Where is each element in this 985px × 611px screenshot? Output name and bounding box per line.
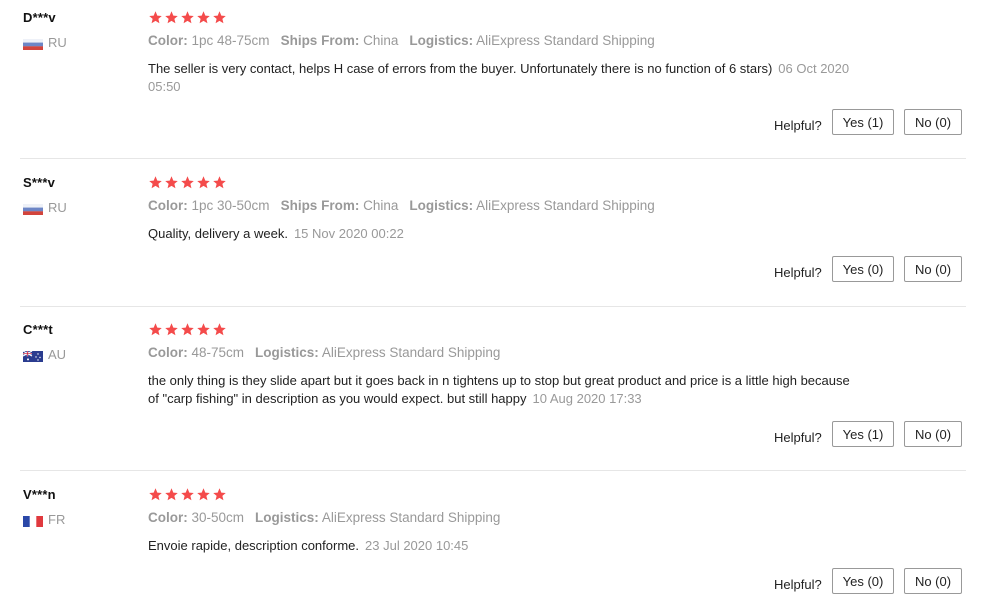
- star-icon: [180, 487, 195, 502]
- meta-key: Ships From:: [280, 33, 360, 48]
- meta-key: Color:: [148, 345, 188, 360]
- star-rating: [148, 10, 868, 26]
- reviewer-name: V***n: [23, 487, 56, 502]
- review-content: Color: 48-75cm Logistics: AliExpress Stan…: [148, 322, 868, 406]
- meta-value: China: [363, 33, 399, 48]
- helpful-yes-button[interactable]: Yes (1): [832, 421, 894, 447]
- star-icon: [196, 10, 211, 25]
- star-rating: [148, 322, 868, 338]
- helpful-no-button[interactable]: No (0): [904, 568, 962, 594]
- reviewer-name: C***t: [23, 322, 53, 337]
- review-text: Envoie rapide, description conforme. 23 J…: [148, 537, 858, 555]
- review-content: Color: 1pc 30-50cm Ships From: China Logis…: [148, 175, 868, 241]
- review-meta: Color: 30-50cm Logistics: AliExpress Stan…: [148, 510, 511, 525]
- helpful-yes-button[interactable]: Yes (0): [832, 568, 894, 594]
- review-divider: [20, 158, 966, 159]
- star-icon: [212, 322, 227, 337]
- meta-key: Ships From:: [280, 198, 360, 213]
- country-code: AU: [48, 347, 67, 362]
- reviewer-name: D***v: [23, 10, 56, 25]
- star-icon: [180, 322, 195, 337]
- review-body: the only thing is they slide apart but i…: [148, 373, 850, 406]
- meta-key: Logistics:: [409, 33, 474, 48]
- review-meta: Color: 48-75cm Logistics: AliExpress Stan…: [148, 345, 511, 360]
- star-icon: [196, 175, 211, 190]
- helpful-label: Helpful?: [774, 118, 822, 133]
- meta-key: Color:: [148, 198, 188, 213]
- star-icon: [196, 322, 211, 337]
- review-content: Color: 30-50cm Logistics: AliExpress Stan…: [148, 487, 868, 553]
- country-flag-icon: [23, 38, 43, 50]
- star-icon: [148, 175, 163, 190]
- star-icon: [196, 487, 211, 502]
- meta-value: AliExpress Standard Shipping: [321, 510, 501, 525]
- reviewer-info: V***n FR: [23, 487, 65, 527]
- star-rating: [148, 175, 868, 191]
- star-icon: [212, 10, 227, 25]
- helpful-label: Helpful?: [774, 430, 822, 445]
- meta-key: Logistics:: [409, 198, 474, 213]
- reviewer-info: S***v RU: [23, 175, 67, 215]
- meta-key: Logistics:: [255, 510, 319, 525]
- star-icon: [164, 175, 179, 190]
- country-code: RU: [48, 35, 67, 50]
- country-flag-icon: [23, 515, 43, 527]
- country-code: RU: [48, 200, 67, 215]
- helpful-yes-button[interactable]: Yes (0): [832, 256, 894, 282]
- star-icon: [180, 10, 195, 25]
- reviewer-country: RU: [23, 35, 83, 50]
- meta-value: AliExpress Standard Shipping: [476, 198, 655, 213]
- helpful-no-button[interactable]: No (0): [904, 421, 962, 447]
- meta-key: Color:: [148, 510, 188, 525]
- review-body: Envoie rapide, description conforme.: [148, 538, 360, 553]
- helpful-no-button[interactable]: No (0): [904, 109, 962, 135]
- meta-value: AliExpress Standard Shipping: [476, 33, 655, 48]
- star-icon: [164, 10, 179, 25]
- review-meta: Color: 1pc 30-50cm Ships From: China Logis…: [148, 198, 666, 213]
- helpful-label: Helpful?: [774, 265, 822, 280]
- reviewer-country: AU: [22, 347, 83, 362]
- review-divider: [20, 470, 966, 471]
- helpful-no-button[interactable]: No (0): [904, 256, 962, 282]
- country-flag-icon: [22, 350, 43, 362]
- star-icon: [212, 487, 227, 502]
- meta-value: AliExpress Standard Shipping: [321, 345, 501, 360]
- meta-key: Logistics:: [255, 345, 319, 360]
- star-icon: [164, 322, 179, 337]
- reviewer-info: D***v RU: [23, 10, 67, 50]
- review-date: 10 Aug 2020 17:33: [532, 391, 642, 406]
- reviewer-name: S***v: [23, 175, 56, 190]
- star-icon: [212, 175, 227, 190]
- meta-value: 30-50cm: [191, 510, 245, 525]
- review-body: The seller is very contact, helps H case…: [148, 61, 773, 76]
- review-date: 23 Jul 2020 10:45: [365, 538, 469, 553]
- meta-value: China: [363, 198, 399, 213]
- review-meta: Color: 1pc 48-75cm Ships From: China Logis…: [148, 33, 666, 48]
- helpful-label: Helpful?: [774, 577, 822, 592]
- review-body: Quality, delivery a week.: [148, 226, 288, 241]
- star-icon: [148, 10, 163, 25]
- review-date: 15 Nov 2020 00:22: [293, 226, 404, 241]
- star-icon: [164, 487, 179, 502]
- review-text: The seller is very contact, helps H case…: [148, 60, 858, 96]
- review-divider: [20, 306, 966, 307]
- star-rating: [148, 487, 868, 503]
- star-icon: [148, 487, 163, 502]
- reviewer-info: C***t AU: [22, 322, 66, 362]
- meta-value: 1pc 30-50cm: [191, 198, 270, 213]
- reviewer-country: FR: [23, 512, 83, 527]
- review-content: Color: 1pc 48-75cm Ships From: China Logis…: [148, 10, 868, 94]
- star-icon: [148, 322, 163, 337]
- country-flag-icon: [23, 203, 43, 215]
- helpful-yes-button[interactable]: Yes (1): [832, 109, 894, 135]
- reviewer-country: RU: [23, 200, 83, 215]
- review-text: the only thing is they slide apart but i…: [148, 372, 858, 408]
- star-icon: [180, 175, 195, 190]
- review-text: Quality, delivery a week. 15 Nov 2020 00:…: [148, 225, 858, 243]
- meta-key: Color:: [148, 33, 188, 48]
- meta-value: 48-75cm: [191, 345, 245, 360]
- meta-value: 1pc 48-75cm: [191, 33, 270, 48]
- country-code: FR: [48, 512, 66, 527]
